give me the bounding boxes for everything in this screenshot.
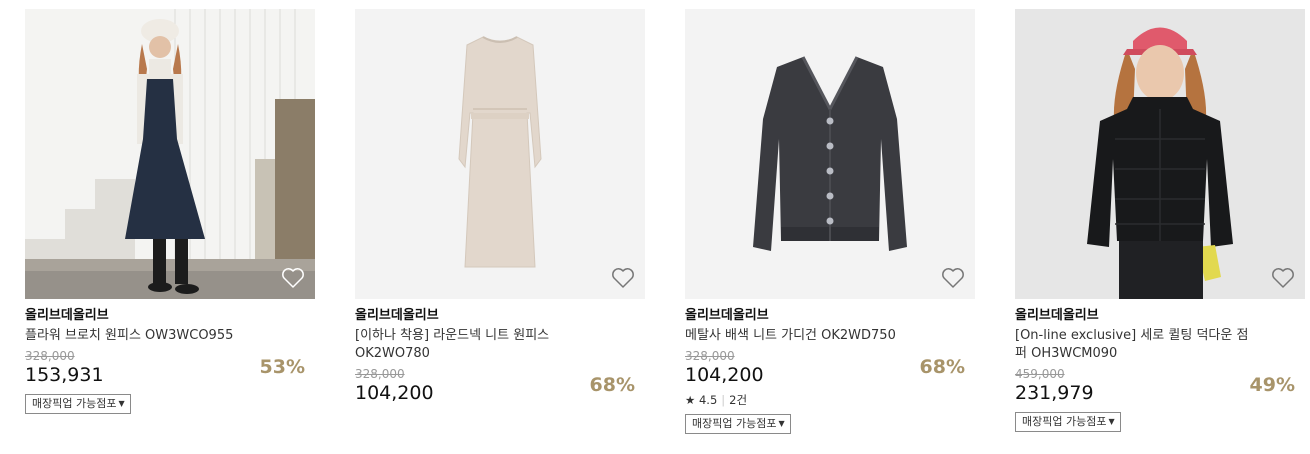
- brand-name: 올리브데올리브: [1015, 308, 1099, 323]
- product-card[interactable]: 올리브데올리브 [On-line exclusive] 세로 퀼팅 덕다운 점퍼…: [1015, 9, 1305, 432]
- product-photo: [685, 9, 975, 299]
- brand-name: 올리브데올리브: [685, 308, 769, 323]
- discount-rate: 53%: [259, 356, 305, 378]
- star-icon: ★: [685, 393, 696, 407]
- caret-down-icon: ▼: [118, 399, 125, 408]
- rating-value: 4.5: [698, 393, 718, 407]
- store-pickup-button[interactable]: 매장픽업 가능점포 ▼: [1015, 412, 1121, 432]
- caret-down-icon: ▼: [778, 419, 785, 428]
- discount-rate: 68%: [589, 374, 635, 396]
- review-count: 2건: [729, 393, 748, 407]
- discount-rate: 68%: [919, 356, 965, 378]
- sale-price: 153,931: [25, 364, 104, 386]
- product-name[interactable]: 메탈사 배색 니트 가디건 OK2WD750: [685, 327, 905, 345]
- heart-outline-icon[interactable]: [611, 267, 635, 289]
- product-photo: [355, 9, 645, 299]
- store-pickup-label: 매장픽업 가능점포: [1022, 415, 1107, 428]
- product-card[interactable]: 올리브데올리브 [이하나 착용] 라운드넥 니트 원피스 OK2WO780 32…: [355, 9, 645, 405]
- divider: |: [721, 393, 726, 407]
- product-card[interactable]: 올리브데올리브 플라워 브로치 원피스 OW3WCO955 328,000 15…: [25, 9, 315, 414]
- store-pickup-label: 매장픽업 가능점포: [692, 417, 777, 430]
- product-image[interactable]: [25, 9, 315, 299]
- store-pickup-button[interactable]: 매장픽업 가능점포 ▼: [685, 414, 791, 434]
- product-name[interactable]: [On-line exclusive] 세로 퀼팅 덕다운 점퍼 OH3WCM0…: [1015, 327, 1255, 363]
- heart-outline-icon[interactable]: [941, 267, 965, 289]
- discount-rate: 49%: [1249, 374, 1295, 396]
- product-card[interactable]: 올리브데올리브 메탈사 배색 니트 가디건 OK2WD750 328,000 1…: [685, 9, 975, 434]
- store-pickup-label: 매장픽업 가능점포: [32, 397, 117, 410]
- product-photo: [1015, 9, 1305, 299]
- sale-price: 231,979: [1015, 382, 1094, 404]
- product-image[interactable]: [1015, 9, 1305, 299]
- brand-name: 올리브데올리브: [25, 308, 109, 323]
- sale-price: 104,200: [685, 364, 764, 386]
- product-name[interactable]: 플라워 브로치 원피스 OW3WCO955: [25, 327, 245, 345]
- product-image[interactable]: [355, 9, 645, 299]
- caret-down-icon: ▼: [1108, 417, 1115, 426]
- product-image[interactable]: [685, 9, 975, 299]
- brand-name: 올리브데올리브: [355, 308, 439, 323]
- heart-outline-icon[interactable]: [281, 267, 305, 289]
- store-pickup-button[interactable]: 매장픽업 가능점포 ▼: [25, 394, 131, 414]
- product-name[interactable]: [이하나 착용] 라운드넥 니트 원피스 OK2WO780: [355, 327, 575, 363]
- product-photo: [25, 9, 315, 299]
- review-summary: ★ 4.5 | 2건: [685, 393, 975, 407]
- sale-price: 104,200: [355, 382, 434, 404]
- heart-outline-icon[interactable]: [1271, 267, 1295, 289]
